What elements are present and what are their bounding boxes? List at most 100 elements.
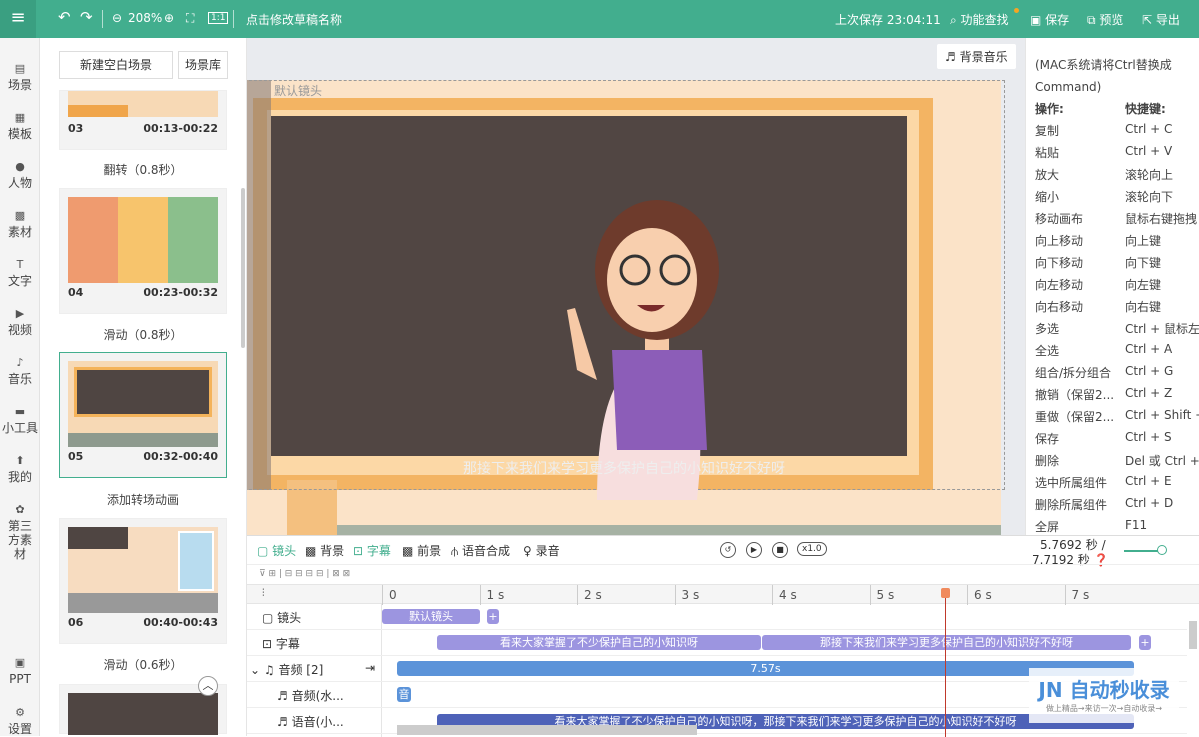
shortcut-action: 全选 — [1035, 344, 1060, 358]
shortcut-action: 组合/拆分组合 — [1035, 366, 1112, 380]
camera-label: 默认镜头 — [274, 84, 323, 98]
teacher-character[interactable] — [557, 170, 757, 535]
shortcut-key: F11 — [1125, 518, 1148, 532]
redo-icon[interactable]: ↷ — [80, 8, 93, 26]
stage[interactable]: 默认镜头 那接下来我们来学习更多保护自己的小知识好不好呀 — [247, 80, 1005, 535]
shortcut-action: 选中所属组件 — [1035, 476, 1108, 490]
time-tick: 3 s — [674, 585, 699, 605]
transition-label[interactable]: 翻转（0.8秒） — [59, 161, 227, 178]
scene-card-selected[interactable]: 05 00:32-00:40 — [59, 352, 227, 478]
playhead[interactable] — [940, 588, 950, 737]
time-tick: 7 s — [1064, 585, 1089, 605]
scene-card[interactable]: 06 00:40-00:43 — [59, 518, 227, 644]
subtitle-clip[interactable]: 那接下来我们来学习更多保护自己的小知识好不好呀 — [762, 635, 1131, 650]
shortcut-action: 全屏 — [1035, 520, 1060, 534]
tab-camera[interactable]: ▢ 镜头 — [257, 542, 296, 559]
scene-card[interactable]: 03 00:13-00:22 — [59, 90, 227, 150]
audio-water-clip[interactable]: 音 — [397, 687, 411, 702]
fullscreen-icon[interactable]: ⛶ — [186, 11, 194, 26]
tab-tts[interactable]: ⫛ 语音合成 — [451, 542, 510, 559]
shortcut-key: Ctrl + A — [1125, 342, 1173, 356]
undo-icon[interactable]: ↶ — [58, 8, 71, 26]
sidebar-item-video[interactable]: ▶ 视频 — [0, 307, 40, 337]
subtitle-text[interactable]: 那接下来我们来学习更多保护自己的小知识好不好呀 — [247, 458, 1001, 478]
tab-recording[interactable]: ♀ 录音 — [523, 542, 560, 559]
vertical-scrollbar[interactable] — [1189, 621, 1197, 649]
zoom-in-icon[interactable]: ⊕ — [164, 11, 174, 25]
scroll-up-button[interactable]: ︿ — [198, 676, 218, 696]
top-bar: ≡ ↶ ↷ ⊖ 208% ⊕ ⛶ 1:1 点击修改草稿名称 上次保存 23:04… — [0, 0, 1199, 38]
tab-subtitle[interactable]: ⊡ 字幕 — [353, 542, 391, 559]
shortcut-action: 复制 — [1035, 124, 1060, 138]
sidebar-item-mine[interactable]: ⬆ 我的 — [0, 454, 40, 484]
shortcut-key: Ctrl + Shift + Z — [1125, 408, 1199, 422]
track-camera: ▢ 镜头 默认镜头 + — [247, 604, 1187, 630]
scene-library-button[interactable]: 场景库 — [178, 51, 228, 79]
shortcut-key: Del 或 Ctrl + D — [1125, 454, 1199, 468]
feature-search-button[interactable]: ⌕ 功能查找 — [950, 11, 1009, 28]
shortcut-action: 放大 — [1035, 168, 1060, 182]
zoom-slider-handle[interactable] — [1157, 545, 1167, 555]
shortcut-action: 向右移动 — [1035, 300, 1084, 314]
sidebar-item-ppt[interactable]: ▣ PPT — [0, 656, 40, 686]
bgm-button[interactable]: ♬ 背景音乐 — [937, 44, 1016, 69]
zoom-level: 208% — [128, 11, 163, 25]
add-camera-button[interactable]: + — [487, 609, 499, 624]
sidebar-item-tools[interactable]: ▬ 小工具 — [0, 405, 40, 435]
transition-label[interactable]: 滑动（0.8秒） — [59, 326, 227, 343]
sidebar-item-template[interactable]: ▦ 模板 — [0, 111, 40, 141]
shortcuts-panel: (MAC系统请将Ctrl替换成Command) 操作: 快捷键: 复制 Ctrl … — [1025, 38, 1199, 535]
sidebar-item-material[interactable]: ▩ 素材 — [0, 209, 40, 239]
shortcut-key: 向右键 — [1125, 300, 1162, 314]
timeline-toolbar[interactable]: ⊽ ⊞ | ⊟ ⊟ ⊟ ⊟ | ⊠ ⊠ — [247, 564, 1199, 584]
speed-button[interactable]: x1.0 — [797, 542, 827, 556]
audio-clip[interactable]: 7.57s — [397, 661, 1134, 676]
tab-background[interactable]: ▩ 背景 — [305, 542, 344, 559]
sidebar-item-scene[interactable]: ▤ 场景 — [0, 62, 40, 92]
sidebar-item-third-party[interactable]: ✿ 第三方素材 — [0, 503, 40, 561]
shortcut-key: Ctrl + 鼠标左键 — [1125, 322, 1199, 336]
subtitle-clip[interactable]: 看来大家掌握了不少保护自己的小知识呀 — [437, 635, 761, 650]
stop-icon[interactable]: ■ — [772, 542, 788, 558]
shortcut-key: Ctrl + S — [1125, 430, 1172, 444]
shortcut-key: Ctrl + V — [1125, 144, 1173, 158]
export-button[interactable]: ⇱ 导出 — [1142, 11, 1180, 28]
scrollbar[interactable] — [241, 188, 245, 348]
shortcut-key: 滚轮向下 — [1125, 190, 1174, 204]
shortcut-action: 向上移动 — [1035, 234, 1084, 248]
shortcut-key: Ctrl + E — [1125, 474, 1172, 488]
scene-card[interactable]: 04 00:23-00:32 — [59, 188, 227, 314]
time-tick: 2 s — [577, 585, 602, 605]
rewind-icon[interactable]: ↺ — [720, 542, 736, 558]
camera-clip[interactable]: 默认镜头 — [382, 609, 480, 624]
preview-button[interactable]: ⧉ 预览 — [1087, 11, 1123, 28]
header-shortcut: 快捷键: — [1125, 102, 1166, 116]
draft-name[interactable]: 点击修改草稿名称 — [246, 11, 342, 28]
time-ruler[interactable]: ⫶ 0 1 s2 s3 s4 s5 s6 s7 s — [247, 584, 1199, 605]
new-blank-scene-button[interactable]: 新建空白场景 — [59, 51, 173, 79]
sidebar-item-settings[interactable]: ⚙ 设置 — [0, 706, 40, 736]
save-button[interactable]: ▣ 保存 — [1030, 11, 1069, 28]
transition-label[interactable]: 滑动（0.6秒） — [59, 656, 227, 673]
sidebar-item-music[interactable]: ♪ 音乐 — [0, 356, 40, 386]
shortcut-key: Ctrl + G — [1125, 364, 1174, 378]
track-subtitle: ⊡ 字幕 看来大家掌握了不少保护自己的小知识呀 那接下来我们来学习更多保护自己的… — [247, 630, 1187, 656]
shortcut-action: 删除所属组件 — [1035, 498, 1108, 512]
shortcut-action: 撤销（保留2... — [1035, 388, 1115, 402]
menu-icon[interactable]: ≡ — [0, 0, 36, 38]
mac-note: (MAC系统请将Ctrl替换成Command) — [1035, 58, 1172, 94]
shortcut-action: 向下移动 — [1035, 256, 1084, 270]
shortcut-key: 向下键 — [1125, 256, 1162, 270]
add-transition-button[interactable]: 添加转场动画 — [59, 491, 227, 508]
tab-foreground[interactable]: ▩ 前景 — [402, 542, 441, 559]
shortcut-action: 重做（保留2... — [1035, 410, 1115, 424]
sidebar-item-text[interactable]: T 文字 — [0, 258, 40, 288]
play-icon[interactable]: ▶ — [746, 542, 762, 558]
sidebar-item-character[interactable]: ● 人物 — [0, 160, 40, 190]
add-subtitle-button[interactable]: + — [1139, 635, 1151, 650]
horizontal-scrollbar[interactable] — [397, 725, 697, 735]
time-tick: 6 s — [967, 585, 992, 605]
fit-icon[interactable]: 1:1 — [208, 12, 229, 24]
shortcut-action: 删除 — [1035, 454, 1060, 468]
zoom-out-icon[interactable]: ⊖ — [112, 11, 122, 25]
